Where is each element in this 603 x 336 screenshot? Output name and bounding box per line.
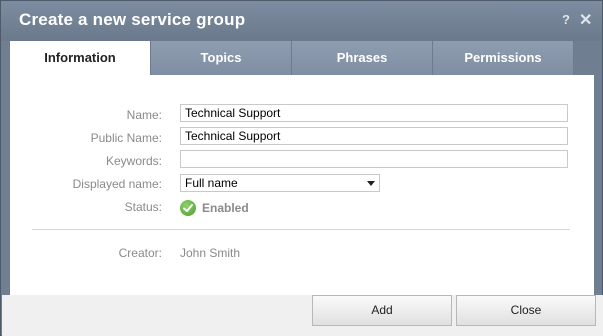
- checkmark-icon: [180, 200, 196, 216]
- keywords-label: Keywords:: [105, 154, 162, 168]
- chevron-down-icon: [367, 181, 375, 186]
- tab-information[interactable]: Information: [10, 41, 151, 77]
- help-icon[interactable]: ?: [562, 12, 570, 27]
- close-button[interactable]: Close: [456, 295, 596, 326]
- add-button[interactable]: Add: [312, 295, 452, 326]
- keywords-field[interactable]: [180, 150, 568, 168]
- dialog-titlebar[interactable]: Create a new service group ? ✕: [1, 1, 602, 41]
- create-service-group-dialog: Create a new service group ? ✕ Informati…: [0, 0, 603, 336]
- dialog-title: Create a new service group: [19, 10, 246, 29]
- dialog-footer: Add Close: [2, 295, 603, 336]
- tab-phrases[interactable]: Phrases: [292, 41, 433, 75]
- displayed-name-label: Displayed name:: [72, 177, 162, 191]
- public-name-label: Public Name:: [90, 131, 162, 145]
- divider: [32, 229, 570, 230]
- tab-topics[interactable]: Topics: [151, 41, 292, 75]
- creator-label: Creator:: [118, 246, 162, 260]
- close-icon[interactable]: ✕: [579, 10, 592, 30]
- status-value: Enabled: [202, 201, 249, 215]
- creator-value: John Smith: [180, 246, 241, 260]
- displayed-name-select[interactable]: Full name: [180, 174, 380, 192]
- information-panel: Name: Technical Support Public Name: Tec…: [10, 75, 594, 295]
- tab-permissions[interactable]: Permissions: [433, 41, 574, 75]
- public-name-field[interactable]: Technical Support: [180, 127, 568, 145]
- status-label: Status:: [124, 200, 162, 214]
- name-label: Name:: [126, 108, 162, 122]
- name-field[interactable]: Technical Support: [180, 104, 568, 122]
- displayed-name-value: Full name: [185, 176, 238, 190]
